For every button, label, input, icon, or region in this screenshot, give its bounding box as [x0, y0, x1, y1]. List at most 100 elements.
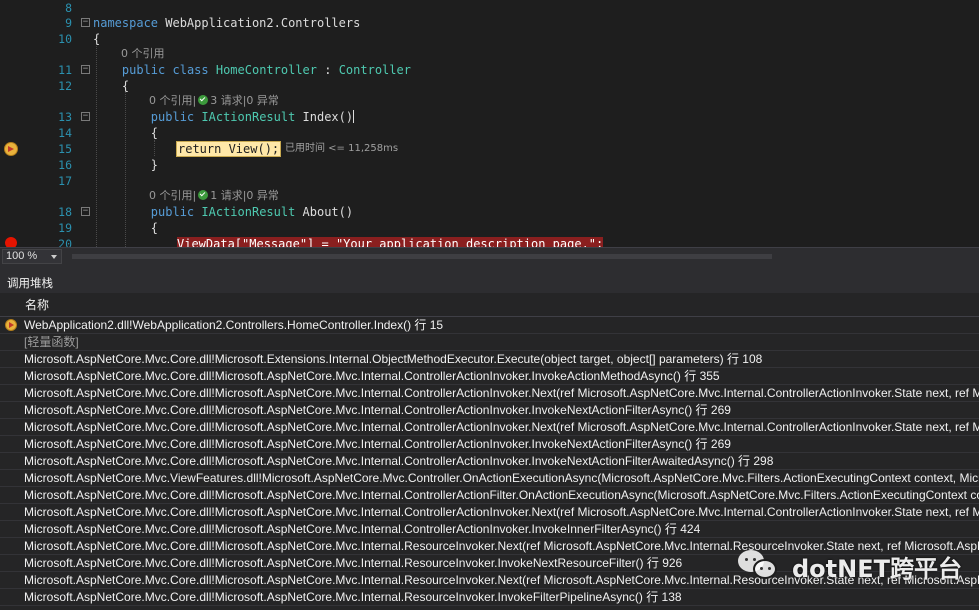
panel-splitter[interactable] [0, 265, 979, 274]
scrollbar-thumb[interactable] [72, 254, 772, 259]
stack-frame-current[interactable]: WebApplication2.dll!WebApplication2.Cont… [0, 317, 979, 334]
code-line: 14 { [0, 125, 979, 141]
panel-title[interactable]: 调用堆栈 [0, 274, 979, 293]
codelens-info[interactable]: 0 个引用| 3 请求|0 异常 [149, 93, 279, 109]
line-number: 16 [58, 158, 72, 172]
perf-tip[interactable]: 已用时间 <= 11,258ms [285, 141, 398, 157]
stack-frame-text: Microsoft.AspNetCore.Mvc.Core.dll!Micros… [24, 505, 979, 519]
code-line: 18 − public IActionResult About() [0, 204, 979, 220]
stack-frame-text: WebApplication2.dll!WebApplication2.Cont… [24, 318, 444, 332]
code-line: 13 − public IActionResult Index() [0, 109, 979, 125]
codelens-references: 0 个引用| [149, 189, 197, 202]
line-number: 13 [58, 110, 72, 124]
column-header-name[interactable]: 名称 [25, 293, 49, 317]
line-number: 12 [58, 79, 72, 93]
stack-frame[interactable]: Microsoft.AspNetCore.Mvc.ViewFeatures.dl… [0, 470, 979, 487]
code-line: 17 [0, 173, 979, 189]
check-icon [198, 95, 209, 105]
code-line: 11 − public class HomeController : Contr… [0, 62, 979, 78]
collapse-icon[interactable]: − [81, 65, 90, 74]
stack-frame-text: Microsoft.AspNetCore.Mvc.Core.dll!Micros… [24, 522, 701, 536]
stack-frame-text: Microsoft.AspNetCore.Mvc.Core.dll!Micros… [24, 590, 682, 604]
horizontal-scrollbar[interactable] [68, 252, 973, 261]
collapse-icon[interactable]: − [81, 112, 90, 121]
breakpoint-icon[interactable] [5, 237, 17, 247]
line-number: 11 [58, 63, 72, 77]
code-line: 10 { [0, 31, 979, 47]
stack-frame-text: [轻量函数] [24, 335, 79, 349]
stack-frame-text: Microsoft.AspNetCore.Mvc.Core.dll!Micros… [24, 488, 979, 502]
stack-frame-text: Microsoft.AspNetCore.Mvc.Core.dll!Micros… [24, 352, 763, 366]
stack-frame-text: Microsoft.AspNetCore.Mvc.Core.dll!Micros… [24, 369, 720, 383]
chevron-down-icon [51, 255, 57, 259]
line-number: 17 [58, 174, 72, 188]
line-number: 15 [58, 142, 72, 156]
codelens-references[interactable]: 0 个引用 [121, 46, 165, 62]
stack-frame[interactable]: Microsoft.AspNetCore.Mvc.Core.dll!Micros… [0, 487, 979, 504]
stack-frame-text: Microsoft.AspNetCore.Mvc.Core.dll!Micros… [24, 556, 683, 570]
line-number: 18 [58, 205, 72, 219]
code-editor[interactable]: 8 9 − namespace WebApplication2.Controll… [0, 0, 979, 247]
line-number: 9 [65, 16, 72, 30]
codelens-references: 0 个引用| [149, 94, 197, 107]
stack-frame-text: Microsoft.AspNetCore.Mvc.Core.dll!Micros… [24, 454, 774, 468]
code-text: public IActionResult Index() [150, 110, 355, 124]
code-line: 9 − namespace WebApplication2.Controller… [0, 15, 979, 31]
stack-frame[interactable]: [轻量函数] [0, 334, 979, 351]
line-number: 20 [58, 237, 72, 247]
check-icon [198, 190, 209, 200]
stack-frame[interactable]: Microsoft.AspNetCore.Mvc.Core.dll!Micros… [0, 419, 979, 436]
code-line: 16 } [0, 157, 979, 173]
code-line: 12 { [0, 78, 979, 94]
code-text: ViewData["Message"] = "Your application … [177, 236, 604, 247]
collapse-icon[interactable]: − [81, 207, 90, 216]
stack-frame[interactable]: Microsoft.AspNetCore.Mvc.Core.dll!Micros… [0, 351, 979, 368]
stack-frame-text: Microsoft.AspNetCore.Mvc.Core.dll!Micros… [24, 437, 731, 451]
code-text: return View(); [175, 141, 282, 157]
code-text: { [93, 126, 159, 140]
stack-frame-text: Microsoft.AspNetCore.Mvc.Core.dll!Micros… [24, 403, 731, 417]
code-text: { [93, 221, 159, 235]
codelens-info[interactable]: 0 个引用| 1 请求|0 异常 [149, 188, 279, 204]
code-text: { [93, 32, 101, 46]
collapse-icon[interactable]: − [81, 18, 90, 27]
code-text: public IActionResult About() [150, 205, 354, 219]
code-text: namespace WebApplication2.Controllers [93, 16, 361, 30]
stack-frame[interactable]: Microsoft.AspNetCore.Mvc.Core.dll!Micros… [0, 504, 979, 521]
codelens-line: 0 个引用 [0, 46, 979, 62]
codelens-line: 0 个引用| 1 请求|0 异常 [0, 188, 979, 204]
codelens-line: 0 个引用| 3 请求|0 异常 [0, 93, 979, 109]
codelens-requests: 1 请求|0 异常 [210, 189, 279, 202]
line-number: 10 [58, 32, 72, 46]
stack-frame[interactable]: Microsoft.AspNetCore.Mvc.Core.dll!Micros… [0, 453, 979, 470]
editor-status-bar: 100 % [0, 247, 979, 265]
watermark-text: dotNET跨平台 [792, 554, 962, 583]
code-text: } [93, 158, 159, 172]
stack-frame-text: Microsoft.AspNetCore.Mvc.ViewFeatures.dl… [24, 471, 979, 485]
code-line: 8 [0, 0, 979, 16]
stack-frame-text: Microsoft.AspNetCore.Mvc.Core.dll!Micros… [24, 386, 979, 400]
column-header: 名称 [0, 293, 979, 317]
breakpoint-statement: ViewData["Message"] = "Your application … [177, 237, 604, 247]
stack-frame[interactable]: Microsoft.AspNetCore.Mvc.Core.dll!Micros… [0, 368, 979, 385]
code-text: public class HomeController : Controller [121, 63, 411, 77]
watermark: dotNET跨平台 [738, 548, 962, 584]
stack-frame-text: Microsoft.AspNetCore.Mvc.Core.dll!Micros… [24, 420, 979, 434]
stack-frame[interactable]: Microsoft.AspNetCore.Mvc.Core.dll!Micros… [0, 385, 979, 402]
stack-frame[interactable]: Microsoft.AspNetCore.Mvc.Core.dll!Micros… [0, 436, 979, 453]
code-line: 19 { [0, 220, 979, 236]
text-caret [353, 110, 355, 123]
codelens-requests: 3 请求|0 异常 [210, 94, 279, 107]
code-text: { [93, 79, 130, 93]
current-frame-icon [5, 319, 17, 331]
stack-frame[interactable]: Microsoft.AspNetCore.Mvc.Core.dll!Micros… [0, 521, 979, 538]
current-statement-icon[interactable] [4, 142, 18, 156]
code-line-current: 15 return View(); 已用时间 <= 11,258ms [0, 141, 979, 157]
zoom-value: 100 % [6, 250, 38, 262]
zoom-dropdown[interactable]: 100 % [2, 249, 62, 264]
line-number: 19 [58, 221, 72, 235]
wechat-icon [738, 550, 784, 582]
current-statement: return View(); [175, 141, 282, 157]
stack-frame[interactable]: Microsoft.AspNetCore.Mvc.Core.dll!Micros… [0, 402, 979, 419]
stack-frame[interactable]: Microsoft.AspNetCore.Mvc.Core.dll!Micros… [0, 589, 979, 606]
